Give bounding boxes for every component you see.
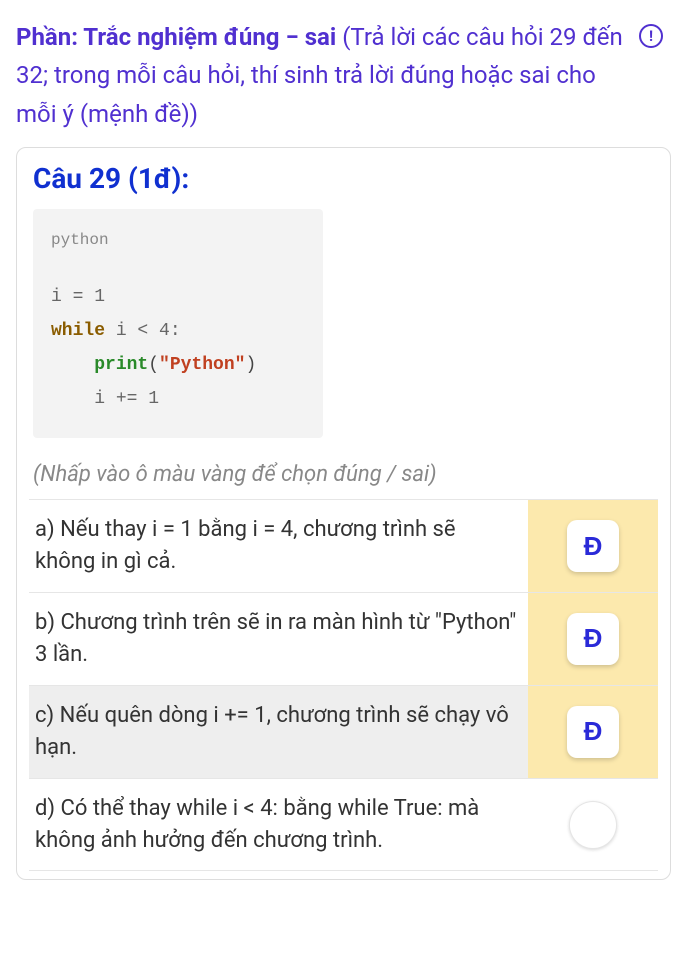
options-list: a) Nếu thay i = 1 bằng i = 4, chương trì… [29, 499, 658, 871]
option-text: c) Nếu quên dòng i += 1, chương trình sẽ… [29, 686, 528, 778]
true-false-button[interactable]: Đ [567, 706, 619, 758]
code-line-4: i += 1 [51, 382, 305, 416]
option-action-cell[interactable]: Đ [528, 686, 658, 778]
code-block: python i = 1 while i < 4: print("Python"… [33, 209, 323, 438]
section-header: Phần: Trắc nghiệm đúng − sai (Trả lời cá… [16, 18, 671, 133]
option-row: b) Chương trình trên sẽ in ra màn hình t… [29, 593, 658, 686]
true-false-button[interactable]: Đ [567, 613, 619, 665]
question-box: Câu 29 (1đ): python i = 1 while i < 4: p… [16, 147, 671, 880]
section-title-bold: Phần: Trắc nghiệm đúng − sai [16, 23, 336, 51]
option-action-cell[interactable]: Đ [528, 593, 658, 685]
option-action-cell[interactable]: Đ [528, 500, 658, 592]
code-line-2: while i < 4: [51, 314, 305, 348]
code-line-1: i = 1 [51, 280, 305, 314]
option-row: a) Nếu thay i = 1 bằng i = 4, chương trì… [29, 500, 658, 593]
code-line-3: print("Python") [51, 348, 305, 382]
question-title: Câu 29 (1đ): [29, 162, 658, 195]
unselected-circle-icon[interactable] [569, 801, 617, 849]
info-icon[interactable]: ! [639, 24, 663, 48]
option-action-cell[interactable] [528, 779, 658, 871]
option-text: a) Nếu thay i = 1 bằng i = 4, chương trì… [29, 500, 528, 592]
true-false-button[interactable]: Đ [567, 520, 619, 572]
option-text: d) Có thể thay while i < 4: bằng while T… [29, 779, 528, 871]
option-text: b) Chương trình trên sẽ in ra màn hình t… [29, 593, 528, 685]
option-row: c) Nếu quên dòng i += 1, chương trình sẽ… [29, 686, 658, 779]
code-language-label: python [51, 225, 305, 255]
option-row: d) Có thể thay while i < 4: bằng while T… [29, 779, 658, 872]
hint-text: (Nhấp vào ô màu vàng để chọn đúng / sai) [33, 462, 654, 487]
